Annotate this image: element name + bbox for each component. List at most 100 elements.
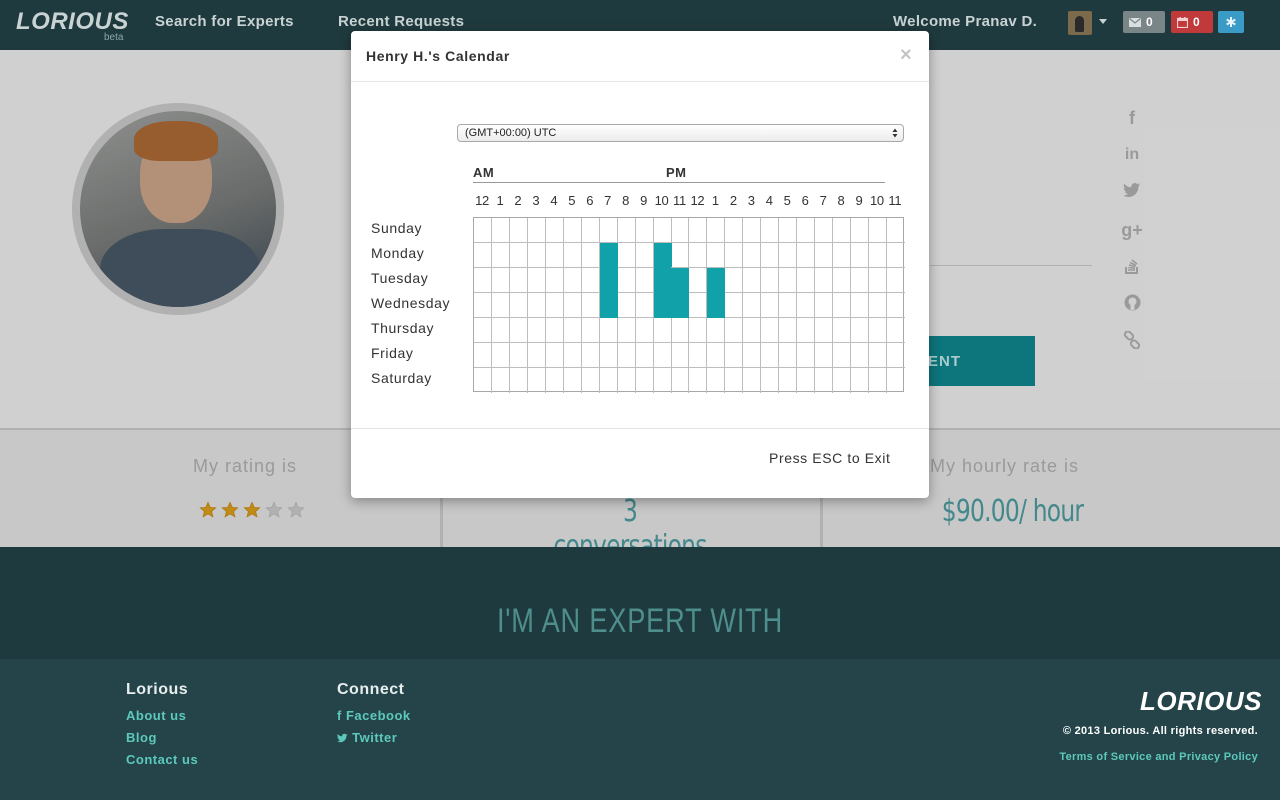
calendar-cell[interactable] — [815, 218, 834, 243]
calendar-cell[interactable] — [689, 318, 708, 343]
calendar-cell[interactable] — [743, 318, 762, 343]
calendar-cell[interactable] — [869, 368, 887, 393]
nav-recent-requests[interactable]: Recent Requests — [338, 13, 464, 30]
calendar-cell[interactable] — [743, 343, 762, 368]
calendar-cell[interactable] — [581, 243, 600, 268]
calendar-cell[interactable] — [797, 318, 816, 343]
calendar-cell[interactable] — [761, 243, 780, 268]
calendar-cell[interactable] — [850, 293, 869, 318]
calendar-cell[interactable] — [545, 243, 564, 268]
calendar-cell[interactable] — [868, 343, 887, 368]
calendar-cell[interactable] — [563, 293, 582, 318]
calendar-cell[interactable] — [654, 368, 672, 393]
calendar-cell[interactable] — [797, 368, 816, 393]
calendar-cell[interactable] — [582, 368, 600, 393]
calendar-cell[interactable] — [833, 318, 851, 343]
calendar-cell[interactable] — [491, 218, 510, 243]
calendar-cell[interactable] — [635, 318, 654, 343]
calendar-cell[interactable] — [868, 243, 887, 268]
calendar-cell[interactable] — [868, 268, 887, 293]
calendar-cell[interactable] — [527, 218, 546, 243]
calendar-cell[interactable] — [599, 318, 618, 343]
calendar-cell[interactable] — [545, 293, 564, 318]
calendar-cell[interactable] — [617, 343, 636, 368]
calendar-cell[interactable] — [527, 268, 546, 293]
calendar-cell[interactable] — [886, 218, 905, 243]
calendar-cell[interactable] — [689, 218, 708, 243]
calendar-cell[interactable] — [545, 218, 564, 243]
calendar-cell[interactable] — [707, 243, 726, 268]
calendar-cell[interactable] — [635, 293, 654, 318]
calendar-cell[interactable] — [527, 318, 546, 343]
close-icon[interactable]: × — [900, 44, 912, 67]
calendar-cell[interactable] — [725, 218, 744, 243]
settings-button[interactable] — [1218, 11, 1244, 33]
calendar-cell[interactable] — [815, 243, 834, 268]
calendar-cell[interactable] — [563, 218, 582, 243]
calendar-cell[interactable] — [600, 368, 618, 393]
calendar-cell[interactable] — [474, 293, 492, 318]
calendar-cell[interactable] — [545, 318, 564, 343]
calendar-cell[interactable] — [599, 293, 618, 318]
calendar-cell[interactable] — [491, 343, 510, 368]
footer-link-twitter[interactable]: Twitter — [337, 730, 397, 745]
calendar-cell[interactable] — [653, 343, 672, 368]
calendar-cell[interactable] — [617, 318, 636, 343]
calendar-cell[interactable] — [887, 368, 905, 393]
calendar-cell[interactable] — [689, 368, 708, 393]
calendar-button[interactable]: 0 — [1171, 11, 1213, 33]
calendar-cell[interactable] — [527, 243, 546, 268]
calendar-cell[interactable] — [761, 343, 780, 368]
calendar-cell[interactable] — [868, 318, 887, 343]
calendar-cell[interactable] — [725, 318, 744, 343]
calendar-cell[interactable] — [509, 318, 528, 343]
calendar-cell[interactable] — [617, 218, 636, 243]
calendar-cell[interactable] — [474, 318, 492, 343]
calendar-cell[interactable] — [636, 368, 654, 393]
calendar-cell[interactable] — [581, 293, 600, 318]
calendar-cell[interactable] — [492, 368, 510, 393]
calendar-cell[interactable] — [725, 343, 744, 368]
calendar-cell[interactable] — [491, 293, 510, 318]
calendar-cell[interactable] — [725, 243, 744, 268]
calendar-cell[interactable] — [833, 368, 851, 393]
calendar-cell[interactable] — [653, 318, 672, 343]
calendar-cell[interactable] — [779, 268, 798, 293]
calendar-cell[interactable] — [689, 243, 708, 268]
calendar-cell[interactable] — [617, 243, 636, 268]
calendar-cell[interactable] — [564, 368, 582, 393]
calendar-cell[interactable] — [761, 293, 780, 318]
calendar-cell[interactable] — [689, 268, 708, 293]
calendar-cell[interactable] — [833, 218, 851, 243]
calendar-cell[interactable] — [707, 268, 726, 293]
calendar-cell[interactable] — [653, 268, 672, 293]
calendar-cell[interactable] — [635, 218, 654, 243]
calendar-cell[interactable] — [527, 293, 546, 318]
calendar-cell[interactable] — [850, 243, 869, 268]
calendar-cell[interactable] — [474, 268, 492, 293]
calendar-cell[interactable] — [491, 243, 510, 268]
calendar-cell[interactable] — [761, 368, 780, 393]
calendar-cell[interactable] — [797, 243, 816, 268]
calendar-cell[interactable] — [815, 368, 834, 393]
calendar-cell[interactable] — [797, 343, 816, 368]
chevron-down-icon[interactable] — [1099, 19, 1107, 24]
calendar-cell[interactable] — [707, 218, 726, 243]
calendar-cell[interactable] — [868, 293, 887, 318]
calendar-cell[interactable] — [886, 318, 905, 343]
calendar-cell[interactable] — [671, 268, 690, 293]
calendar-cell[interactable] — [815, 293, 834, 318]
calendar-cell[interactable] — [635, 343, 654, 368]
calendar-cell[interactable] — [886, 243, 905, 268]
calendar-cell[interactable] — [509, 243, 528, 268]
calendar-cell[interactable] — [599, 268, 618, 293]
footer-link-blog[interactable]: Blog — [126, 730, 157, 745]
calendar-cell[interactable] — [779, 243, 798, 268]
calendar-cell[interactable] — [761, 318, 780, 343]
calendar-cell[interactable] — [563, 243, 582, 268]
calendar-cell[interactable] — [581, 218, 600, 243]
calendar-cell[interactable] — [474, 218, 492, 243]
calendar-cell[interactable] — [761, 268, 780, 293]
calendar-cell[interactable] — [707, 368, 726, 393]
calendar-cell[interactable] — [868, 218, 887, 243]
